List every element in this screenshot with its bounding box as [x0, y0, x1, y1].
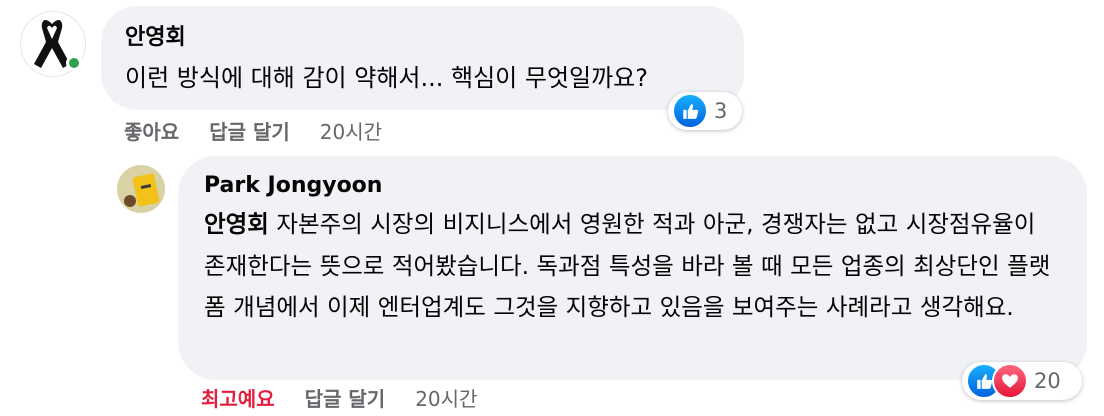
mention-link[interactable]: 안영회 — [204, 210, 269, 238]
reaction-summary[interactable]: 3 — [668, 92, 742, 130]
timestamp[interactable]: 20시간 — [415, 383, 477, 412]
like-icon — [672, 93, 708, 129]
comment-bubble: 안영회 이런 방식에 대해 감이 약해서... 핵심이 무엇일까요? — [101, 6, 744, 110]
reply-link[interactable]: 답글 달기 — [209, 116, 290, 145]
timestamp[interactable]: 20시간 — [320, 116, 382, 145]
comment-thread: 안영회 이런 방식에 대해 감이 약해서... 핵심이 무엇일까요? 3 좋아요… — [0, 0, 1104, 416]
reaction-count: 3 — [714, 99, 728, 123]
comment-text: 이런 방식에 대해 감이 약해서... 핵심이 무엇일까요? — [125, 64, 648, 92]
like-link[interactable]: 좋아요 — [124, 116, 179, 145]
avatar[interactable] — [117, 165, 165, 213]
reply-bubble: Park Jongyoon 안영회 자본주의 시장의 비지니스에서 영원한 적과… — [178, 156, 1087, 380]
reply-text: 안영회 자본주의 시장의 비지니스에서 영원한 적과 아군, 경쟁자는 없고 시… — [204, 204, 1061, 329]
reply-actions: 최고예요 답글 달기 20시간 — [201, 383, 507, 412]
reaction-summary[interactable]: 20 — [962, 362, 1082, 400]
love-icon — [992, 363, 1028, 399]
reply-author[interactable]: Park Jongyoon — [204, 172, 1061, 200]
reply-body: 자본주의 시장의 비지니스에서 영원한 적과 아군, 경쟁자는 없고 시장점유율… — [204, 210, 1051, 321]
love-link[interactable]: 최고예요 — [201, 383, 275, 412]
reaction-count: 20 — [1034, 369, 1061, 393]
comment-actions: 좋아요 답글 달기 20시간 — [124, 116, 412, 145]
comment-author[interactable]: 안영회 — [125, 24, 720, 52]
online-status-dot — [66, 55, 82, 71]
reply-link[interactable]: 답글 달기 — [305, 383, 386, 412]
profile-photo-icon — [117, 165, 165, 213]
